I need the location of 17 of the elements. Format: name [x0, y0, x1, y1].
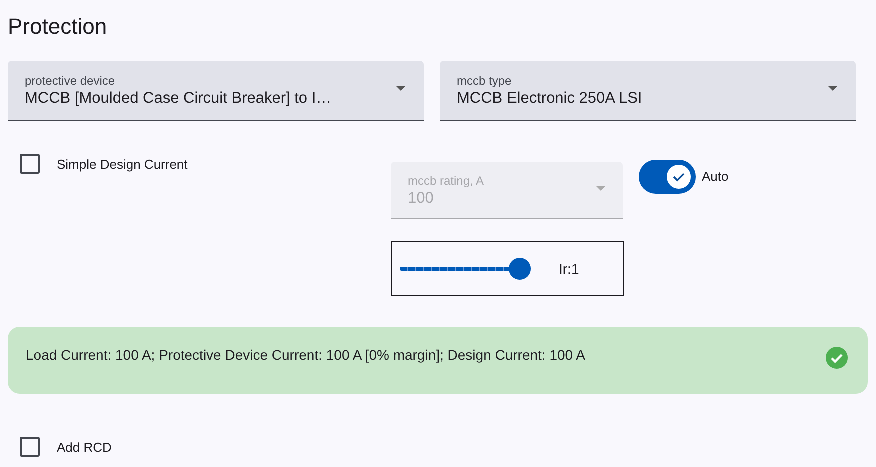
dropdown-field[interactable]: protective device MCCB [Moulded Case Circuit Breaker] to I…	[8, 61, 424, 121]
checkbox[interactable]	[20, 154, 40, 174]
toggle-label: Auto	[702, 169, 729, 184]
slider-thumb[interactable]	[509, 258, 531, 280]
check-circle-icon	[826, 347, 848, 369]
dropdown-field[interactable]: mccb type MCCB Electronic 250A LSI	[440, 61, 856, 121]
alert-message: Load Current: 100 A; Protective Device Current: 100 A [0% margin]; Design Current: 100 A	[26, 347, 586, 363]
section-title: Protection	[8, 13, 108, 41]
slider-reading: Ir:1	[559, 260, 580, 276]
caret-icon	[396, 86, 406, 91]
checkbox[interactable]	[20, 437, 40, 457]
caret-icon	[596, 186, 606, 190]
checkbox-label: Simple Design Current	[57, 156, 188, 172]
toggle-switch[interactable]	[639, 160, 696, 194]
caret-icon	[828, 86, 838, 91]
slider[interactable]	[400, 258, 531, 280]
checkbox-label: Add RCD	[57, 440, 112, 454]
